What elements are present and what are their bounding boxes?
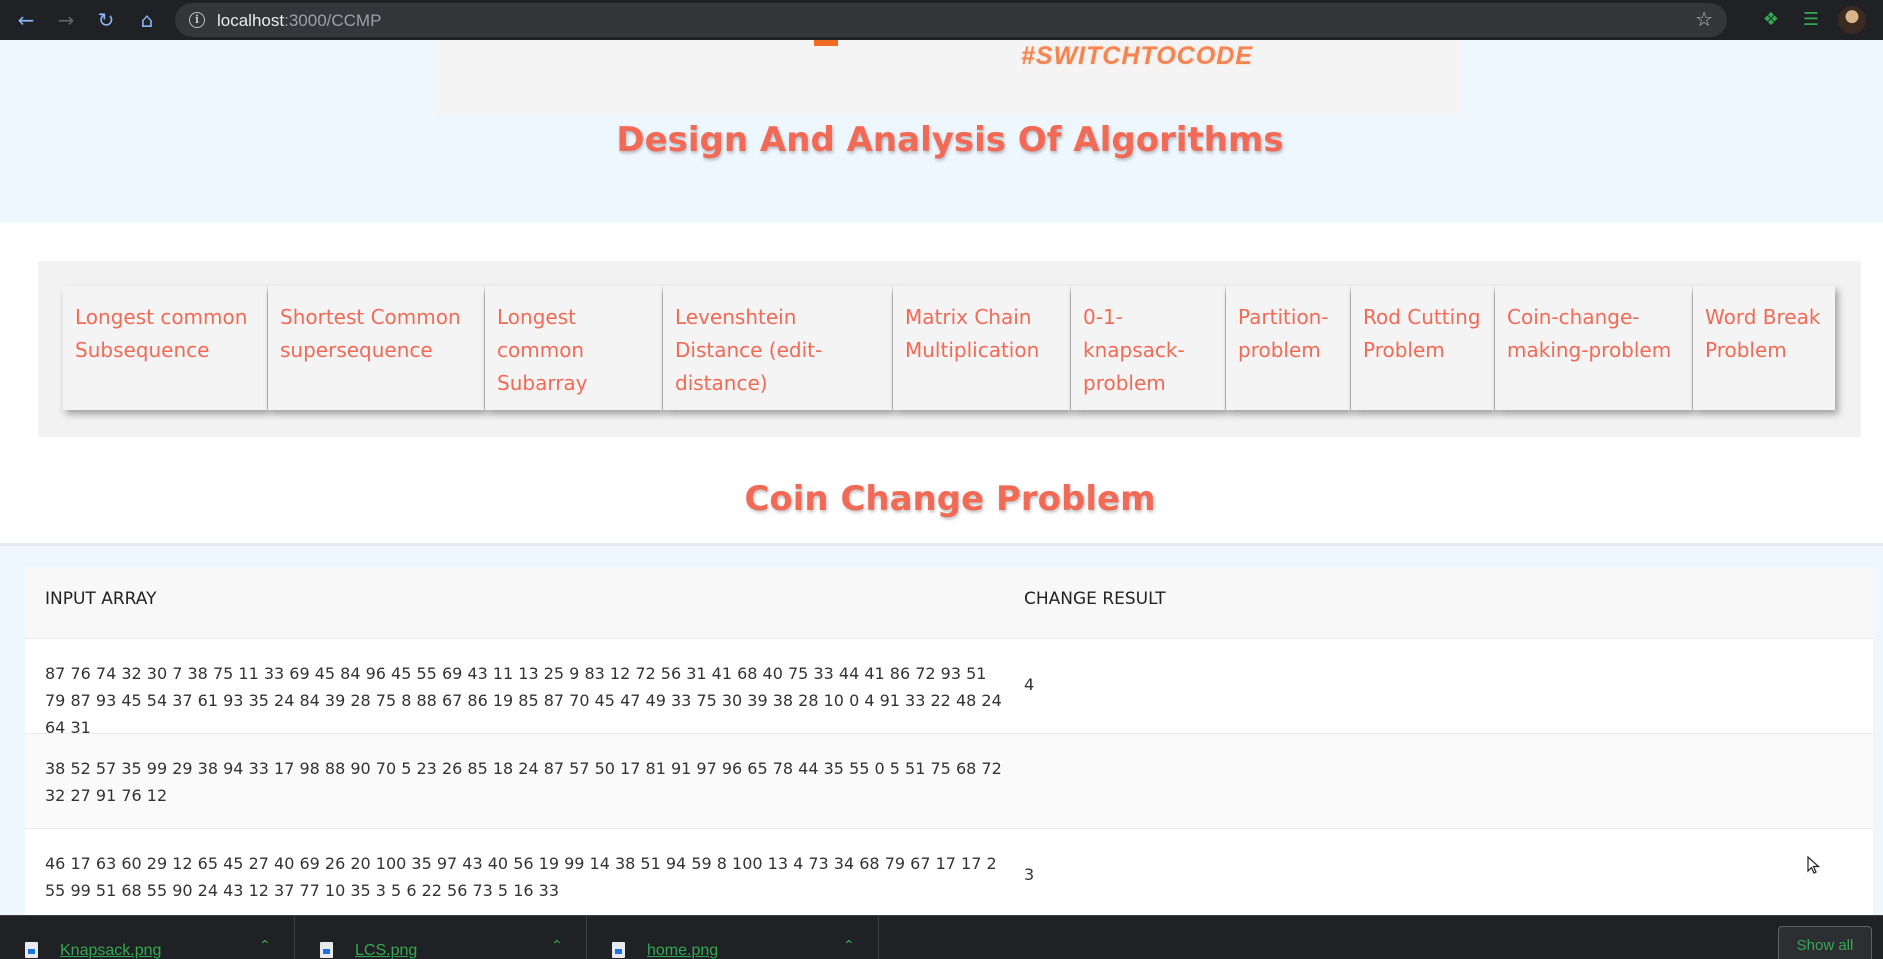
downloads-bar: Knapsack.png ⌃ LCS.png ⌃ home.png ⌃ Show…	[0, 915, 1883, 959]
download-filename[interactable]: LCS.png	[355, 942, 417, 959]
nav-item-partition[interactable]: Partition-problem	[1226, 286, 1350, 410]
image-file-icon	[25, 942, 38, 958]
extensions-puzzle-icon[interactable]: ❖	[1757, 6, 1785, 34]
info-icon[interactable]: i	[189, 12, 205, 28]
download-item[interactable]: home.png ⌃	[587, 916, 879, 959]
url-path: :3000/CCMP	[284, 11, 382, 30]
mouse-cursor-icon	[1807, 856, 1821, 874]
chevron-up-icon[interactable]: ⌃	[843, 938, 855, 954]
nav-item-levenshtein[interactable]: Levenshtein Distance (edit-distance)	[663, 286, 892, 410]
results-area: INPUT ARRAY CHANGE RESULT 87 76 74 32 30…	[0, 546, 1883, 915]
logo-banner: #SWITCHTOCODE	[436, 40, 1462, 116]
image-file-icon	[320, 942, 333, 958]
profile-avatar[interactable]	[1838, 6, 1866, 34]
change-result-cell: 3	[1024, 865, 1035, 884]
nav-item-longest-common-subarray[interactable]: Longest common Subarray	[485, 286, 662, 410]
hero-section: #SWITCHTOCODE Design And Analysis Of Alg…	[0, 40, 1883, 223]
download-item[interactable]: Knapsack.png ⌃	[0, 916, 295, 959]
algorithm-nav: Longest common Subsequence Shortest Comm…	[38, 261, 1861, 437]
download-item[interactable]: LCS.png ⌃	[295, 916, 587, 959]
reload-icon[interactable]: ↻	[92, 6, 120, 34]
download-filename[interactable]: Knapsack.png	[60, 942, 161, 959]
download-filename[interactable]: home.png	[647, 942, 718, 959]
browser-toolbar: ← → ↻ ⌂ i localhost:3000/CCMP ☆ ❖ ☰	[0, 0, 1883, 40]
logo-tagline: #SWITCHTOCODE	[1021, 42, 1253, 70]
home-icon[interactable]: ⌂	[133, 6, 161, 34]
page-title: Design And Analysis Of Algorithms	[616, 120, 1284, 160]
column-header-result: CHANGE RESULT	[1024, 589, 1166, 609]
back-arrow-icon[interactable]: ←	[12, 6, 40, 34]
table-row: 46 17 63 60 29 12 65 45 27 40 69 26 20 1…	[25, 828, 1873, 915]
table-row: 87 76 74 32 30 7 38 75 11 33 69 45 84 96…	[25, 638, 1873, 737]
address-bar[interactable]: i localhost:3000/CCMP ☆	[175, 3, 1727, 37]
nav-item-word-break[interactable]: Word Break Problem	[1693, 286, 1835, 410]
section-title: Coin Change Problem	[744, 479, 1156, 519]
nav-item-scs[interactable]: Shortest Common supersequence	[268, 286, 484, 410]
table-header: INPUT ARRAY CHANGE RESULT	[25, 567, 1873, 638]
column-header-input: INPUT ARRAY	[45, 589, 157, 609]
bookmark-star-icon[interactable]: ☆	[1695, 7, 1713, 31]
chevron-up-icon[interactable]: ⌃	[259, 938, 271, 954]
input-array-cell: 46 17 63 60 29 12 65 45 27 40 69 26 20 1…	[45, 854, 997, 900]
media-queue-icon[interactable]: ☰	[1797, 6, 1825, 34]
chevron-up-icon[interactable]: ⌃	[551, 938, 563, 954]
table-row: 38 52 57 35 99 29 38 94 33 17 98 88 90 7…	[25, 733, 1873, 828]
url-text[interactable]: localhost:3000/CCMP	[217, 11, 381, 31]
nav-item-lcs[interactable]: Longest common Subsequence	[63, 286, 267, 410]
image-file-icon	[612, 942, 625, 958]
change-result-cell: 4	[1024, 675, 1035, 694]
input-array-cell: 87 76 74 32 30 7 38 75 11 33 69 45 84 96…	[45, 664, 1002, 737]
page-content: #SWITCHTOCODE Design And Analysis Of Alg…	[0, 40, 1883, 915]
nav-item-matrix-chain[interactable]: Matrix Chain Multiplication	[893, 286, 1070, 410]
forward-arrow-icon[interactable]: →	[52, 6, 80, 34]
show-all-button[interactable]: Show all	[1778, 926, 1872, 959]
nav-item-rod-cutting[interactable]: Rod Cutting Problem	[1351, 286, 1494, 410]
results-table: INPUT ARRAY CHANGE RESULT 87 76 74 32 30…	[25, 567, 1873, 915]
url-host: localhost	[217, 11, 285, 30]
nav-item-knapsack[interactable]: 0-1-knapsack-problem	[1071, 286, 1225, 410]
nav-item-coin-change[interactable]: Coin-change-making-problem	[1495, 286, 1692, 410]
input-array-cell: 38 52 57 35 99 29 38 94 33 17 98 88 90 7…	[45, 759, 1002, 805]
